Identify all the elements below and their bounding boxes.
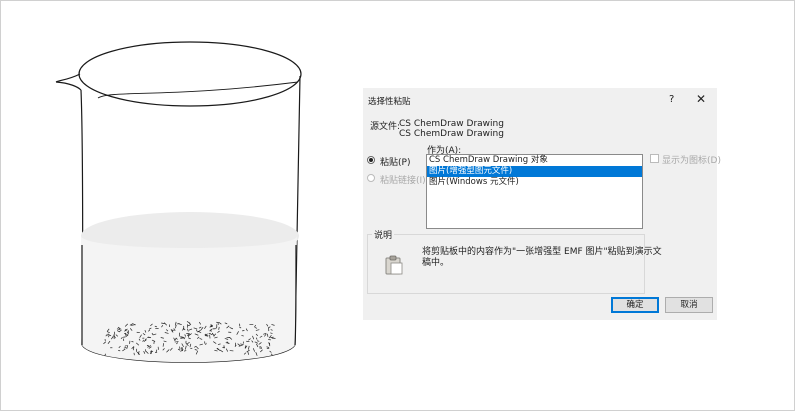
help-button[interactable]: ? [669, 94, 674, 105]
ok-button[interactable]: 确定 [611, 297, 659, 313]
source-value-2: CS ChemDraw Drawing [399, 129, 504, 139]
result-group [367, 234, 645, 294]
source-label: 源文件: [370, 122, 401, 132]
result-description-line1: 将剪贴板中的内容作为"一张增强型 EMF 图片"粘贴到演示文 [422, 247, 662, 257]
result-description-line2: 稿中。 [422, 258, 450, 268]
paste-special-dialog: 选择性粘贴 ? ✕ 源文件: CS ChemDraw Drawing CS Ch… [363, 88, 721, 320]
clipboard-icon [385, 255, 403, 275]
beaker-icon [55, 41, 302, 363]
display-as-icon-label[interactable]: 显示为图标(D) [662, 153, 721, 166]
result-group-label: 说明 [372, 228, 395, 241]
dialog-title: 选择性粘贴 [368, 97, 411, 107]
close-button[interactable]: ✕ [696, 92, 706, 106]
paste-link-radio-label[interactable]: 粘贴链接(I) [380, 173, 426, 186]
display-as-icon-checkbox[interactable] [650, 154, 659, 163]
cancel-button[interactable]: 取消 [665, 297, 713, 313]
list-item-selected[interactable]: 图片(增强型图元文件) [427, 166, 642, 177]
paste-radio-label[interactable]: 粘贴(P) [380, 155, 410, 168]
format-listbox[interactable]: CS ChemDraw Drawing 对象 图片(增强型图元文件) 图片(Wi… [426, 154, 643, 229]
paste-link-radio[interactable] [367, 174, 375, 182]
source-value-1: CS ChemDraw Drawing [399, 119, 504, 129]
paste-radio[interactable] [367, 156, 375, 164]
list-item[interactable]: CS ChemDraw Drawing 对象 [427, 155, 642, 166]
list-item[interactable]: 图片(Windows 元文件) [427, 177, 642, 188]
